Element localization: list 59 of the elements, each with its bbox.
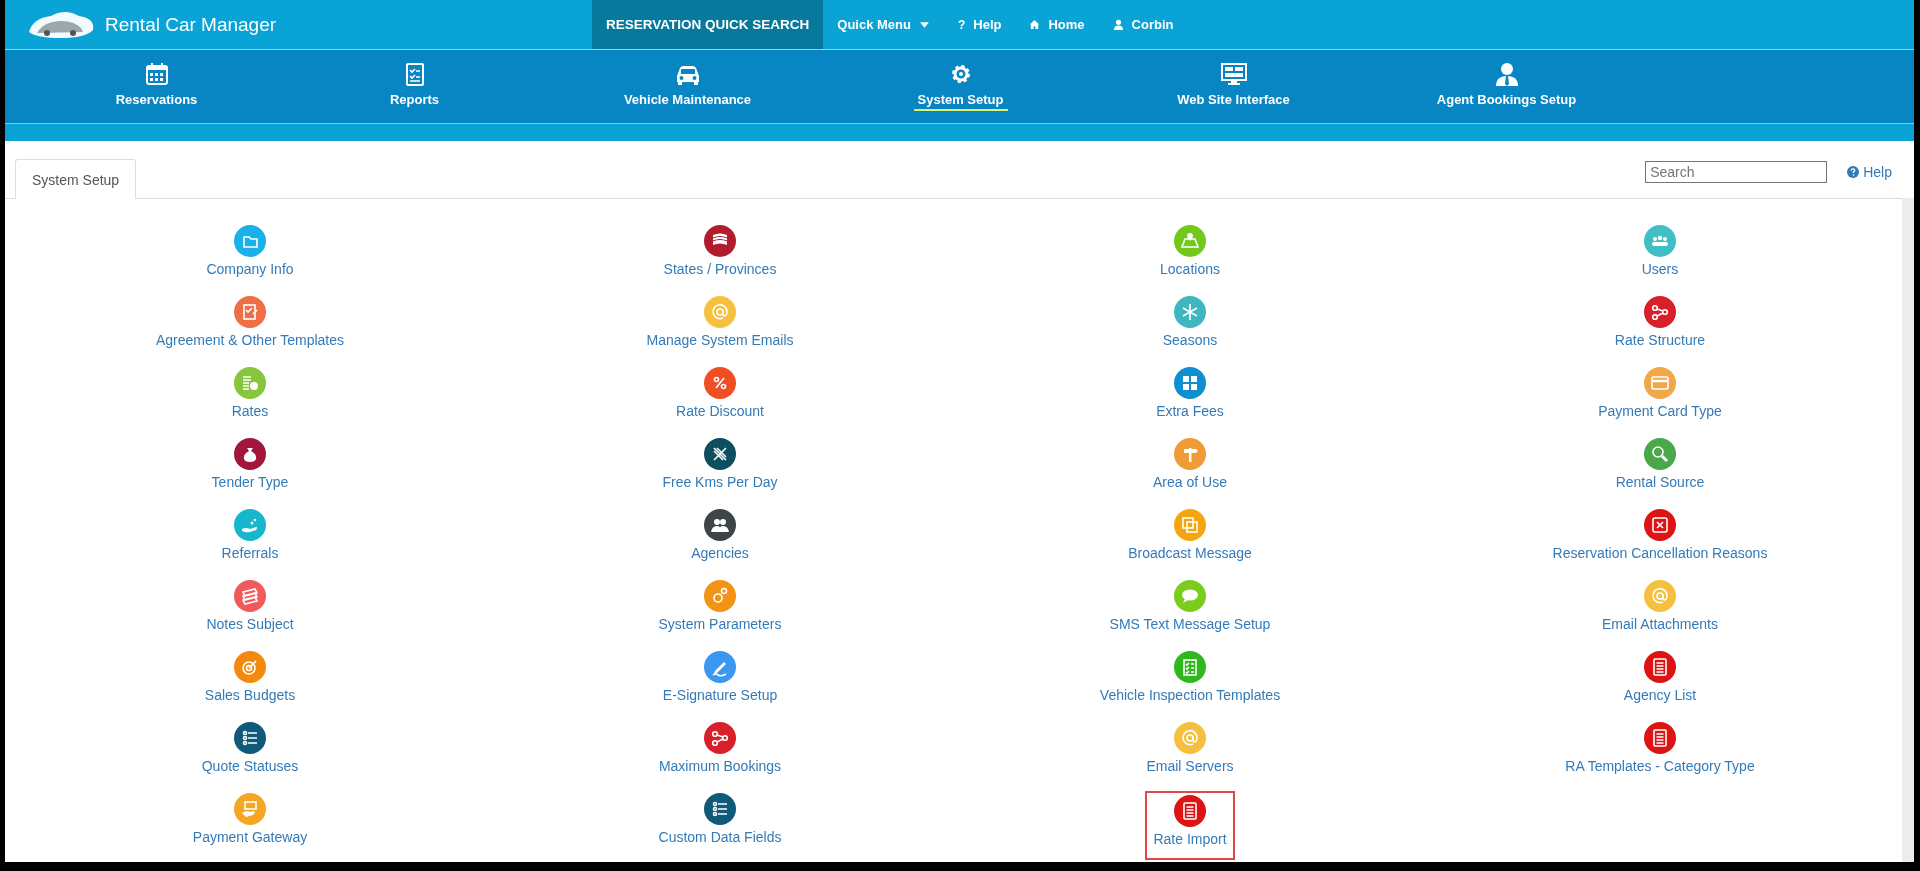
setup-link[interactable]: Broadcast Message <box>1120 507 1260 578</box>
setup-link[interactable]: Payment Gateway <box>184 791 316 862</box>
setup-link[interactable]: System Parameters <box>650 578 790 649</box>
home-icon <box>1029 19 1041 30</box>
setup-link[interactable]: Agencies <box>683 507 757 578</box>
setup-link[interactable]: Seasons <box>1154 294 1226 365</box>
question-circle-icon <box>1847 166 1860 178</box>
setup-link[interactable]: SMS Text Message Setup <box>1101 578 1279 649</box>
setup-link[interactable]: Email Attachments <box>1594 578 1726 649</box>
setup-link[interactable]: Reservation Cancellation Reasons <box>1544 507 1776 578</box>
setup-link[interactable]: Custom Data Fields <box>650 791 790 862</box>
setup-link[interactable]: Locations <box>1152 223 1228 294</box>
app-title: Rental Car Manager <box>105 13 277 36</box>
setup-link[interactable]: Area of Use <box>1145 436 1235 507</box>
monitor-icon <box>1220 62 1247 87</box>
setup-link[interactable]: Agency List <box>1615 649 1705 720</box>
search-field[interactable]: Search <box>1645 161 1828 183</box>
calendar-icon <box>143 62 170 87</box>
setup-link[interactable]: Users <box>1633 223 1687 294</box>
nav-tab[interactable]: Agent Bookings Setup <box>1370 50 1643 123</box>
caret-icon <box>918 19 930 30</box>
setup-link[interactable]: Manage System Emails <box>638 294 802 365</box>
question-mark-icon: ? <box>957 17 966 32</box>
nav-tab[interactable]: Reports <box>278 50 551 123</box>
help-link[interactable]: Help <box>1847 164 1892 180</box>
setup-link[interactable]: Rate Import <box>1145 791 1235 860</box>
nav-tab[interactable]: Web Site Interface <box>1097 50 1370 123</box>
user-menu-link[interactable]: Corbin <box>1098 0 1188 49</box>
quick-menu-dropdown[interactable]: Quick Menu <box>823 0 944 49</box>
nav-tab[interactable]: System Setup <box>824 50 1097 123</box>
setup-link[interactable]: E-Signature Setup <box>654 649 786 720</box>
nav-tab[interactable]: Vehicle Maintenance <box>551 50 824 123</box>
nav-tab[interactable]: Reservations <box>5 50 278 123</box>
scrollbar[interactable] <box>1902 198 1914 862</box>
setup-link[interactable]: Referrals <box>213 507 287 578</box>
user-icon <box>1112 19 1124 30</box>
setup-link[interactable]: Payment Card Type <box>1590 365 1730 436</box>
setup-link[interactable]: Quote Statuses <box>193 720 307 791</box>
home-link[interactable]: Home <box>1015 0 1099 49</box>
setup-link[interactable]: States / Provinces <box>655 223 785 294</box>
setup-link[interactable]: RA Templates - Category Type <box>1557 720 1763 791</box>
setup-link[interactable]: Rental Source <box>1607 436 1713 507</box>
setup-link[interactable]: Sales Budgets <box>196 649 304 720</box>
setup-link[interactable]: Maximum Bookings <box>650 720 790 791</box>
setup-link[interactable]: Email Servers <box>1138 720 1242 791</box>
setup-link[interactable]: Notes Subject <box>198 578 302 649</box>
tab[interactable]: System Setup <box>15 159 137 199</box>
setup-link[interactable]: Extra Fees <box>1148 365 1232 436</box>
setup-link[interactable]: Vehicle Inspection Templates <box>1091 649 1289 720</box>
setup-link[interactable]: Tender Type <box>203 436 297 507</box>
setup-link[interactable]: Company Info <box>198 223 302 294</box>
person-icon <box>1493 62 1520 87</box>
setup-link[interactable]: Rate Structure <box>1606 294 1714 365</box>
setup-link[interactable]: Rates <box>223 365 277 436</box>
help-menu-link[interactable]: ? Help <box>943 0 1016 49</box>
setup-link[interactable]: Free Kms Per Day <box>654 436 786 507</box>
setup-link[interactable]: Rate Discount <box>668 365 772 436</box>
quick-search-button[interactable]: RESERVATION QUICK SEARCH <box>592 0 824 49</box>
setup-link[interactable]: Agreement & Other Templates <box>147 294 353 365</box>
